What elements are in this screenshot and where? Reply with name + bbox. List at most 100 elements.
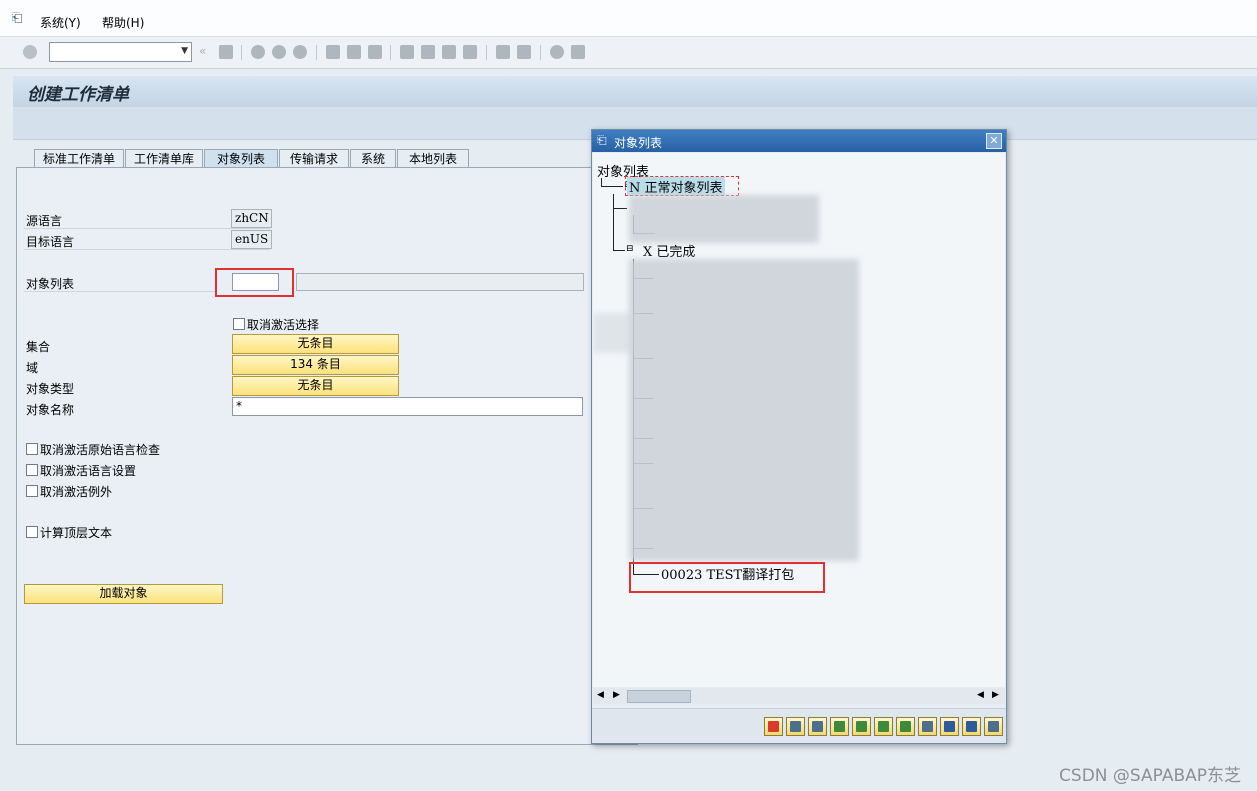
cancel-icon bbox=[768, 721, 779, 732]
deactivate-original-language-check-checkbox[interactable] bbox=[26, 443, 38, 455]
tab-object-list[interactable]: 对象列表 bbox=[204, 149, 278, 168]
calculate-top-text-checkbox[interactable] bbox=[26, 526, 38, 538]
deactivate-selection-checkbox[interactable] bbox=[233, 318, 245, 330]
save-icon[interactable] bbox=[219, 45, 233, 59]
target-language-field: enUS bbox=[231, 230, 272, 249]
print-icon[interactable] bbox=[326, 45, 340, 59]
scroll-right-icon[interactable]: ▶ bbox=[613, 690, 620, 700]
next-page-icon[interactable] bbox=[442, 45, 456, 59]
print-icon bbox=[988, 721, 999, 732]
set-label: 集合 bbox=[26, 340, 51, 354]
detail-button[interactable] bbox=[918, 717, 937, 736]
back-icon[interactable] bbox=[251, 45, 265, 59]
menu-help[interactable]: 帮助(H) bbox=[102, 14, 144, 31]
redacted-area bbox=[629, 195, 819, 243]
object-list-label: 对象列表 bbox=[26, 277, 75, 291]
collapse-icon[interactable]: ⊟ bbox=[626, 244, 634, 254]
new-session-icon[interactable] bbox=[496, 45, 510, 59]
object-name-input[interactable]: * bbox=[232, 397, 583, 416]
highlight-box bbox=[625, 176, 739, 196]
tree-node-done[interactable]: X 已完成 bbox=[643, 241, 695, 260]
object-tree: 对象列表 ⊟ N 正常对象列表 ⊟ X 已完成 00023 TEST翻译打包 bbox=[593, 153, 1005, 687]
object-list-description bbox=[296, 273, 584, 291]
deactivate-language-setting-label: 取消激活语言设置 bbox=[40, 464, 137, 478]
close-icon[interactable]: ✕ bbox=[986, 133, 1002, 149]
last-page-icon[interactable] bbox=[463, 45, 477, 59]
command-field[interactable]: ▼ bbox=[49, 42, 192, 62]
toolbar-separator bbox=[316, 45, 317, 60]
scroll-thumb[interactable] bbox=[627, 690, 691, 703]
load-objects-button[interactable]: 加载对象 bbox=[24, 584, 223, 604]
chevron-down-icon[interactable]: ▼ bbox=[181, 46, 188, 56]
object-type-button[interactable]: 无条目 bbox=[232, 376, 399, 396]
enter-icon[interactable] bbox=[23, 45, 37, 59]
expand-icon bbox=[790, 721, 801, 732]
horizontal-scrollbar[interactable]: ◀ ▶ ◀ ▶ bbox=[593, 688, 1005, 704]
menu-system[interactable]: 系统(Y) bbox=[40, 14, 81, 31]
help-icon[interactable] bbox=[550, 45, 564, 59]
tab-system[interactable]: 系统 bbox=[350, 149, 396, 168]
scroll-left-icon[interactable]: ◀ bbox=[977, 690, 984, 700]
find-button[interactable] bbox=[940, 717, 959, 736]
reload-icon bbox=[900, 721, 911, 732]
refresh-button[interactable] bbox=[830, 717, 849, 736]
exit-icon[interactable] bbox=[272, 45, 286, 59]
tab-local-list[interactable]: 本地列表 bbox=[397, 149, 469, 168]
page-title: 创建工作清单 bbox=[27, 85, 129, 105]
print-button[interactable] bbox=[984, 717, 1003, 736]
collapse-button[interactable] bbox=[808, 717, 827, 736]
tab-standard-worklist[interactable]: 标准工作清单 bbox=[34, 149, 124, 168]
find-next-icon bbox=[966, 721, 977, 732]
tab-transport-request[interactable]: 传输请求 bbox=[279, 149, 349, 168]
dialog-footer bbox=[592, 708, 1006, 743]
toolbar-separator bbox=[486, 45, 487, 60]
highlight-box bbox=[215, 268, 294, 297]
deactivate-exception-label: 取消激活例外 bbox=[40, 485, 113, 499]
menu-icon[interactable]: ⎗ bbox=[12, 11, 22, 26]
dialog-title-bar[interactable]: ⎗ 对象列表 ✕ bbox=[592, 130, 1006, 152]
move-up-button[interactable] bbox=[852, 717, 871, 736]
domain-button[interactable]: 134 条目 bbox=[232, 355, 399, 375]
toolbar-separator bbox=[241, 45, 242, 60]
double-left-icon[interactable]: « bbox=[199, 44, 206, 58]
detail-icon bbox=[922, 721, 933, 732]
tree-line bbox=[613, 208, 627, 209]
scroll-right-icon[interactable]: ▶ bbox=[992, 690, 999, 700]
cancel-icon[interactable] bbox=[293, 45, 307, 59]
find-next-icon[interactable] bbox=[368, 45, 382, 59]
window-icon: ⎗ bbox=[597, 133, 607, 147]
shortcut-icon[interactable] bbox=[517, 45, 531, 59]
calculate-top-text-label: 计算顶层文本 bbox=[40, 526, 113, 540]
dialog-title: 对象列表 bbox=[614, 136, 663, 150]
cancel-button[interactable] bbox=[764, 717, 783, 736]
watermark: CSDN @SAPABAP东芝 bbox=[1059, 766, 1241, 786]
divider bbox=[24, 249, 270, 250]
source-language-label: 源语言 bbox=[26, 214, 63, 228]
scroll-left-icon[interactable]: ◀ bbox=[597, 690, 604, 700]
deactivate-exception-checkbox[interactable] bbox=[26, 485, 38, 497]
prev-page-icon[interactable] bbox=[421, 45, 435, 59]
layout-icon[interactable] bbox=[571, 45, 585, 59]
toolbar-separator bbox=[540, 45, 541, 60]
first-page-icon[interactable] bbox=[400, 45, 414, 59]
divider bbox=[24, 291, 216, 292]
set-button[interactable]: 无条目 bbox=[232, 334, 399, 354]
tree-line bbox=[601, 186, 623, 187]
refresh-icon bbox=[834, 721, 845, 732]
divider bbox=[24, 228, 270, 229]
down-icon bbox=[878, 721, 889, 732]
up-icon bbox=[856, 721, 867, 732]
title-bar: 创建工作清单 bbox=[13, 76, 1257, 107]
object-name-label: 对象名称 bbox=[26, 403, 75, 417]
object-type-label: 对象类型 bbox=[26, 382, 75, 396]
reload-button[interactable] bbox=[896, 717, 915, 736]
tree-line bbox=[613, 194, 614, 250]
standard-toolbar: ▼ « bbox=[0, 37, 1257, 69]
find-next-button[interactable] bbox=[962, 717, 981, 736]
deactivate-language-setting-checkbox[interactable] bbox=[26, 464, 38, 476]
toolbar-separator bbox=[390, 45, 391, 60]
find-icon[interactable] bbox=[347, 45, 361, 59]
expand-button[interactable] bbox=[786, 717, 805, 736]
move-down-button[interactable] bbox=[874, 717, 893, 736]
tab-worklist-library[interactable]: 工作清单库 bbox=[125, 149, 203, 168]
